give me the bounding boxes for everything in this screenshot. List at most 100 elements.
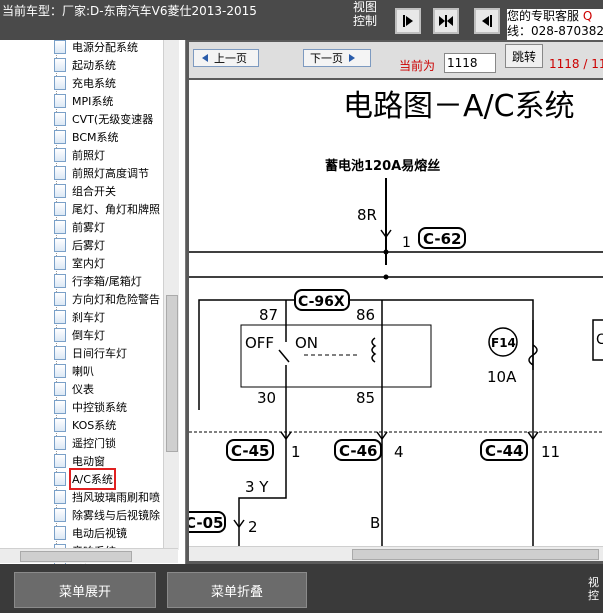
tree-item[interactable]: 前照灯高度调节: [54, 164, 149, 182]
support-q-link[interactable]: Q: [583, 9, 592, 23]
nav-left-button[interactable]: [474, 8, 500, 34]
document-icon: [54, 328, 66, 342]
tree-item[interactable]: 尾灯、角灯和牌照: [54, 200, 160, 218]
page-number-input[interactable]: [444, 53, 496, 73]
switch-contact: [278, 349, 290, 363]
pin-11: 11: [541, 443, 560, 461]
tree-item[interactable]: A/C系统: [54, 468, 116, 490]
tree-item[interactable]: 挡风玻璃雨刷和喷: [54, 488, 160, 506]
tree-item[interactable]: 起动系统: [54, 56, 116, 74]
tree-item-label: 方向灯和危险警告: [72, 293, 160, 306]
pin-85: 85: [356, 389, 375, 407]
tree-item-label: 室内灯: [72, 257, 105, 270]
tree-item-label: 电动后视镜: [72, 527, 127, 540]
diagram-scroll-thumb[interactable]: [352, 549, 599, 560]
document-icon: [54, 58, 66, 72]
tree-item[interactable]: 仪表: [54, 380, 94, 398]
next-page-button[interactable]: 下一页: [303, 49, 371, 67]
tree-item[interactable]: 组合开关: [54, 182, 116, 200]
prev-page-label: 上一页: [214, 52, 247, 65]
tree-item[interactable]: KOS系统: [54, 416, 116, 434]
tree-item[interactable]: 前雾灯: [54, 218, 105, 236]
document-icon: [54, 292, 66, 306]
tree-item-label: 喇叭: [72, 365, 94, 378]
tree-item-label: 组合开关: [72, 185, 116, 198]
document-icon: [54, 454, 66, 468]
switch-off-label: OFF: [245, 334, 274, 352]
sidebar-vertical-scrollbar[interactable]: [163, 40, 179, 550]
connector-c46-label: C-46: [339, 442, 377, 460]
jump-button[interactable]: 跳转: [505, 44, 543, 68]
document-icon: [54, 112, 66, 126]
nav-right-button[interactable]: [395, 8, 421, 34]
pin-30: 30: [257, 389, 276, 407]
wire-8r: 8R: [357, 206, 377, 224]
tree-item[interactable]: 电动窗: [54, 452, 105, 470]
support-contact: 您的专职客服 Q 线：028-870382: [507, 9, 603, 41]
support-title: 您的专职客服: [507, 9, 580, 23]
wire-3y: 3 Y: [245, 478, 269, 496]
prev-page-button[interactable]: 上一页: [193, 49, 259, 67]
pin-1b: 1: [291, 443, 301, 461]
document-icon: [54, 346, 66, 360]
tree-item[interactable]: 电源分配系统: [54, 40, 138, 56]
nav-split-button[interactable]: [433, 8, 459, 34]
tree-item-label: 尾灯、角灯和牌照: [72, 203, 160, 216]
document-icon: [54, 364, 66, 378]
tree-item[interactable]: 除雾线与后视镜除: [54, 506, 160, 524]
sidebar-hscroll-thumb[interactable]: [20, 551, 132, 562]
diagram-horizontal-scrollbar[interactable]: [189, 546, 603, 561]
tree-item[interactable]: 中控锁系统: [54, 398, 127, 416]
tree-item[interactable]: MPI系统: [54, 92, 113, 110]
view-control-bottom: 视控: [588, 576, 599, 602]
tree-item-label: 行李箱/尾箱灯: [72, 275, 142, 288]
document-icon: [54, 40, 66, 54]
sidebar-scroll-thumb[interactable]: [166, 295, 178, 452]
tree-item[interactable]: 充电系统: [54, 74, 116, 92]
tree-item[interactable]: 后雾灯: [54, 236, 105, 254]
tree-item-label: 电动窗: [72, 455, 105, 468]
prev-arrow-icon: [202, 54, 208, 62]
menu-collapse-button[interactable]: 菜单折叠: [167, 572, 307, 608]
fuse-f14-label: F14: [491, 336, 516, 350]
fuse-label: 蓄电池120A易熔丝: [325, 158, 440, 174]
tree-item[interactable]: BCM系统: [54, 128, 119, 146]
arrow-right-icon: [403, 15, 413, 27]
tree-item-label: 起动系统: [72, 59, 116, 72]
tree-item[interactable]: 喇叭: [54, 362, 94, 380]
document-icon: [54, 472, 66, 486]
tree-item[interactable]: 行李箱/尾箱灯: [54, 272, 142, 290]
tree-item[interactable]: 日间行车灯: [54, 344, 127, 362]
document-icon: [54, 400, 66, 414]
tree-item-label: CVT(无级变速器: [72, 113, 154, 126]
tree-item-label: 挡风玻璃雨刷和喷: [72, 491, 160, 504]
tree-item[interactable]: 遥控门锁: [54, 434, 116, 452]
tree-item-label: 中控锁系统: [72, 401, 127, 414]
tree-item[interactable]: 室内灯: [54, 254, 105, 272]
diagram-canvas: 电路图－A/C系统 蓄电池120A易熔丝 8R 1 C-62 87 C-96X …: [189, 80, 603, 546]
document-icon: [54, 148, 66, 162]
pin-87: 87: [259, 306, 278, 324]
relay-coil: [371, 337, 377, 363]
document-icon: [54, 94, 66, 108]
junction-dot-top: [383, 249, 389, 255]
page-count: 1118 / 11: [549, 57, 603, 71]
document-icon: [54, 418, 66, 432]
tree-item-label: A/C系统: [69, 468, 116, 490]
tree-item[interactable]: 电动后视镜: [54, 524, 127, 542]
tree-item-label: MPI系统: [72, 95, 114, 108]
document-icon: [54, 508, 66, 522]
view-control-label: 视图控制: [353, 0, 378, 28]
tree-item[interactable]: 前照灯: [54, 146, 105, 164]
circuit-diagram: 电路图－A/C系统 蓄电池120A易熔丝 8R 1 C-62 87 C-96X …: [189, 89, 603, 546]
sidebar-horizontal-scrollbar[interactable]: [0, 548, 178, 563]
tree-item[interactable]: 倒车灯: [54, 326, 105, 344]
document-icon: [54, 166, 66, 180]
tree-item[interactable]: CVT(无级变速器: [54, 110, 153, 128]
document-icon: [54, 274, 66, 288]
diagram-title: 电路图－A/C系统: [343, 89, 575, 124]
tree-item[interactable]: 刹车灯: [54, 308, 105, 326]
tree-item[interactable]: 方向灯和危险警告: [54, 290, 160, 308]
sidebar-tree: 电源分配系统 起动系统充电系统 MPI系统 CVT(无级变速器 BCM系统 前照灯 前照灯高…: [0, 40, 186, 564]
menu-expand-button[interactable]: 菜单展开: [14, 572, 156, 608]
